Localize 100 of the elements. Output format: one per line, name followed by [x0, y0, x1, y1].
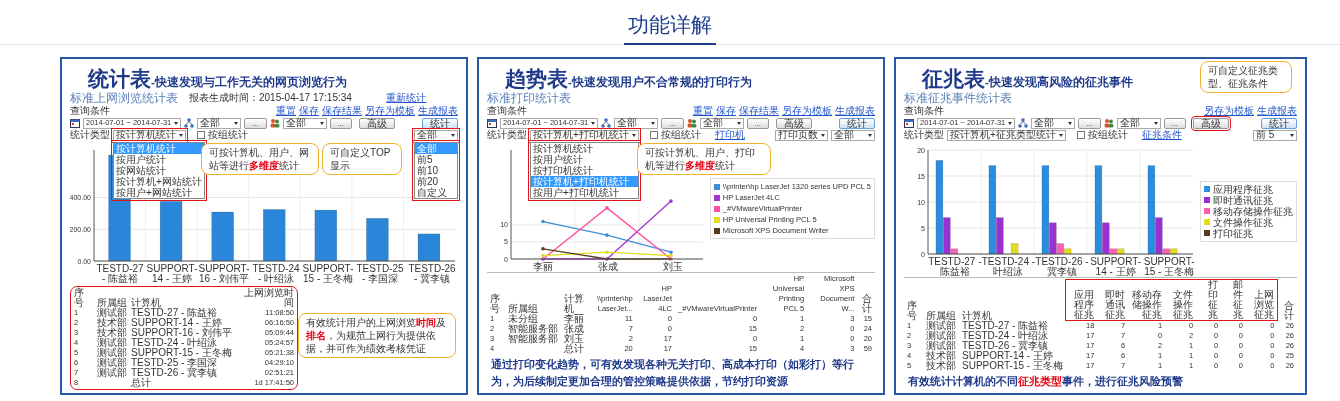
- dropdown[interactable]: 打印页数: [775, 129, 828, 141]
- table-cell-text: TESTD-26 - 冀李镇: [961, 341, 1050, 351]
- checkbox[interactable]: [197, 131, 205, 139]
- column-header[interactable]: 上网浏览征兆: [1246, 279, 1278, 321]
- chart-bar: [366, 218, 389, 262]
- column-header[interactable]: 文件操作征兆: [1165, 279, 1197, 321]
- axis-category-label: TESTD-27 - 陈益裕: [928, 257, 982, 277]
- dropdown-option[interactable]: 前10: [415, 164, 457, 176]
- dropdown-option[interactable]: 按用户统计: [531, 153, 638, 165]
- chart-bar: [211, 211, 234, 262]
- data-point: [605, 257, 609, 261]
- column-header[interactable]: 所属组: [504, 274, 561, 314]
- network-icon: [601, 118, 612, 128]
- callout-tooltip: 可按计算机、用户、打印机等进行多维度统计: [637, 143, 771, 175]
- report-link[interactable]: 生成报表: [1257, 106, 1297, 116]
- report-title: 标准打印统计表: [487, 92, 571, 104]
- report-link[interactable]: 保存结果: [322, 106, 362, 116]
- calendar-icon: [904, 118, 914, 128]
- report-link[interactable]: 重新统计: [386, 93, 427, 103]
- axis-category-label: TESTD-24 - 叶绍泳: [981, 257, 1036, 277]
- report-link[interactable]: 另存为模板: [782, 106, 832, 116]
- column-header[interactable]: 应用程序征兆: [1065, 279, 1098, 321]
- column-header[interactable]: 计算机: [959, 279, 1066, 321]
- field-label: 查询条件: [70, 106, 110, 116]
- report-link[interactable]: 征兆条件: [1141, 130, 1182, 140]
- advanced-button[interactable]: 高级: [775, 117, 812, 129]
- axis-category-label: SUPPORT-15 - 王冬梅: [302, 264, 354, 284]
- report-link[interactable]: 保存: [716, 106, 736, 116]
- table-cell-text: 刘玉: [562, 334, 585, 344]
- column-header[interactable]: 即时通讯征兆: [1097, 279, 1129, 321]
- column-header[interactable]: 序号: [72, 288, 95, 308]
- axis-category-label: SUPPORT-14 - 王婷: [1089, 257, 1143, 277]
- dropdown[interactable]: 全部: [197, 117, 242, 129]
- report-link[interactable]: 生成报表: [835, 106, 875, 116]
- advanced-button[interactable]: 高级: [358, 117, 395, 129]
- table-cell-text: 测试部: [925, 331, 957, 341]
- column-header[interactable]: 邮件征兆: [1221, 279, 1246, 321]
- column-header[interactable]: 合计: [857, 274, 875, 314]
- checkbox[interactable]: [1076, 131, 1085, 139]
- report-link[interactable]: 另存为模板: [365, 106, 415, 116]
- report-link[interactable]: 重置: [276, 106, 296, 116]
- type-select[interactable]: 按计算机+征兆类型统计: [947, 129, 1066, 141]
- dropdown[interactable]: 前 5: [1253, 129, 1297, 141]
- column-header[interactable]: 打印征兆: [1196, 279, 1222, 321]
- stat-button[interactable]: 统计: [1261, 117, 1297, 129]
- legend-label: 即时通讯征兆: [1213, 194, 1273, 206]
- table-cell-text: 测试部: [925, 320, 957, 331]
- column-header[interactable]: 上网浏览时间: [233, 288, 296, 308]
- dropdown-option[interactable]: 按用户统计: [114, 153, 204, 165]
- axis-category-label: TESTD-27 - 陈益裕: [95, 264, 145, 284]
- table-cell-text: 测试部: [96, 348, 128, 358]
- legend-label: 打印征兆: [1213, 227, 1253, 239]
- dropdown-option[interactable]: 按计算机+网站统计: [114, 175, 204, 187]
- dropdown-option[interactable]: 前5: [415, 153, 457, 165]
- dropdown-option[interactable]: 前20: [415, 175, 457, 187]
- dropdown[interactable]: 全部: [1031, 117, 1076, 129]
- dropdown-option[interactable]: 按打印机统计: [531, 164, 638, 176]
- report-link[interactable]: 保存: [299, 106, 319, 116]
- report-link[interactable]: 另存为模板: [1204, 106, 1254, 116]
- callout-tooltip: 可自定义TOP显示: [322, 143, 402, 175]
- field-label: 统计类型: [487, 130, 527, 140]
- column-header[interactable]: 序号: [487, 274, 505, 314]
- column-header[interactable]: 计算机: [560, 274, 589, 314]
- dropdown[interactable]: 全部: [614, 117, 659, 129]
- panel-subheading: -快速发现高风险的征兆事件: [985, 75, 1133, 88]
- column-header[interactable]: 移动存储操作征兆: [1128, 279, 1166, 321]
- axis-category-label: SUPPORT-15 - 王冬梅: [1142, 257, 1196, 277]
- dropdown-option[interactable]: 按用户+网站统计: [114, 186, 204, 198]
- table-cell-text: 测试部: [96, 308, 128, 318]
- report-link[interactable]: 保存结果: [739, 106, 779, 116]
- column-header[interactable]: 所属组: [923, 279, 959, 321]
- checkbox[interactable]: [649, 131, 658, 139]
- dropdown-option[interactable]: 按用户+打印机统计: [531, 186, 638, 198]
- dropdown[interactable]: 全部: [699, 117, 744, 129]
- stat-button[interactable]: 统计: [839, 117, 875, 129]
- axis-category-label: TESTD-25 - 李国深: [355, 264, 405, 284]
- column-header[interactable]: 计算机: [129, 288, 234, 308]
- report-link[interactable]: 重置: [693, 106, 713, 116]
- table-cell-text: 总计: [562, 344, 585, 354]
- advanced-button[interactable]: 高级: [1192, 117, 1229, 129]
- dropdown[interactable]: 全部: [831, 129, 875, 141]
- panel-heading: 趋势表: [505, 66, 568, 92]
- table-cell: TESTD-27 - 陈益裕: [959, 320, 1066, 331]
- dropdown[interactable]: 全部: [1116, 117, 1161, 129]
- table-cell: 未分组: [504, 314, 561, 324]
- column-header[interactable]: 所属组: [95, 288, 129, 308]
- dropdown-option[interactable]: 按计算机统计: [531, 142, 638, 154]
- dropdown-option[interactable]: 自定义: [415, 186, 457, 198]
- column-header[interactable]: 序号: [904, 279, 923, 321]
- dropdown[interactable]: 全部: [282, 117, 327, 129]
- axis-category-label: SUPPORT-14 - 王婷: [146, 264, 198, 284]
- column-header[interactable]: 合计: [1277, 279, 1297, 321]
- axis-category-label: 张成: [597, 262, 620, 272]
- legend-label: 文件操作征兆: [1213, 216, 1273, 228]
- table-cell-text: 测试部: [96, 338, 128, 348]
- table-cell-text: 技术部: [96, 318, 128, 328]
- report-link[interactable]: 打印机: [714, 130, 745, 140]
- table-cell: SUPPORT-14 - 王婷: [129, 318, 234, 328]
- dropdown-option[interactable]: 按网站统计: [114, 164, 204, 176]
- report-link[interactable]: 生成报表: [418, 106, 458, 116]
